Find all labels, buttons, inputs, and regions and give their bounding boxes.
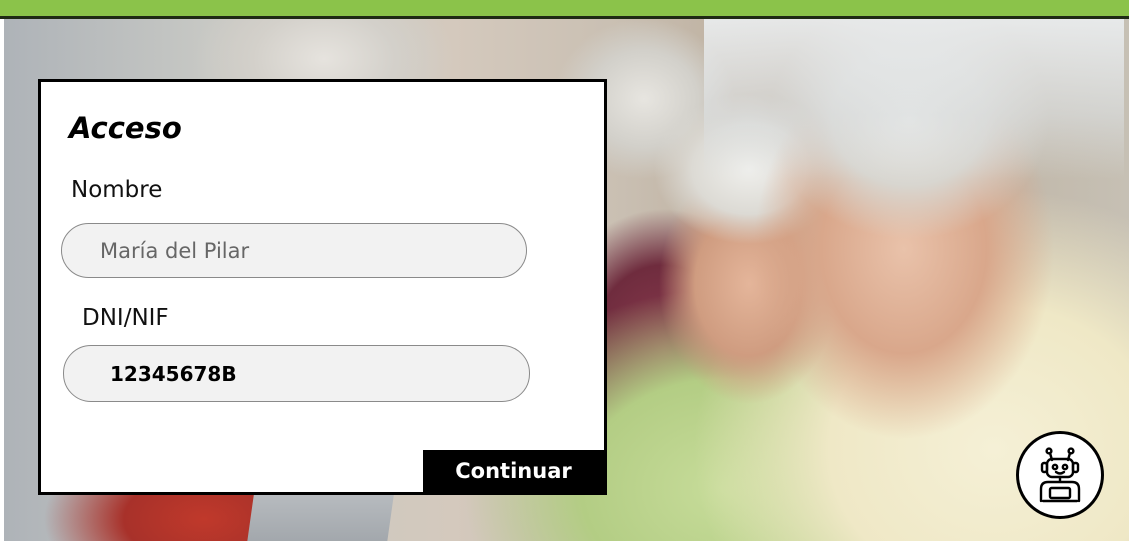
chatbot-button[interactable] [1016, 431, 1104, 519]
page: Acceso Nombre DNI/NIF Continuar [0, 0, 1129, 541]
background-laptop [245, 492, 395, 541]
robot-icon [1039, 447, 1081, 503]
continue-button[interactable]: Continuar [423, 450, 604, 492]
name-label: Nombre [71, 177, 163, 203]
top-accent-bar [0, 0, 1129, 16]
background-window-light [704, 19, 1124, 179]
login-card: Acceso Nombre DNI/NIF Continuar [38, 79, 607, 495]
id-input[interactable] [63, 345, 530, 402]
id-label: DNI/NIF [82, 305, 169, 331]
login-title: Acceso [69, 111, 182, 145]
name-input[interactable] [61, 223, 527, 278]
